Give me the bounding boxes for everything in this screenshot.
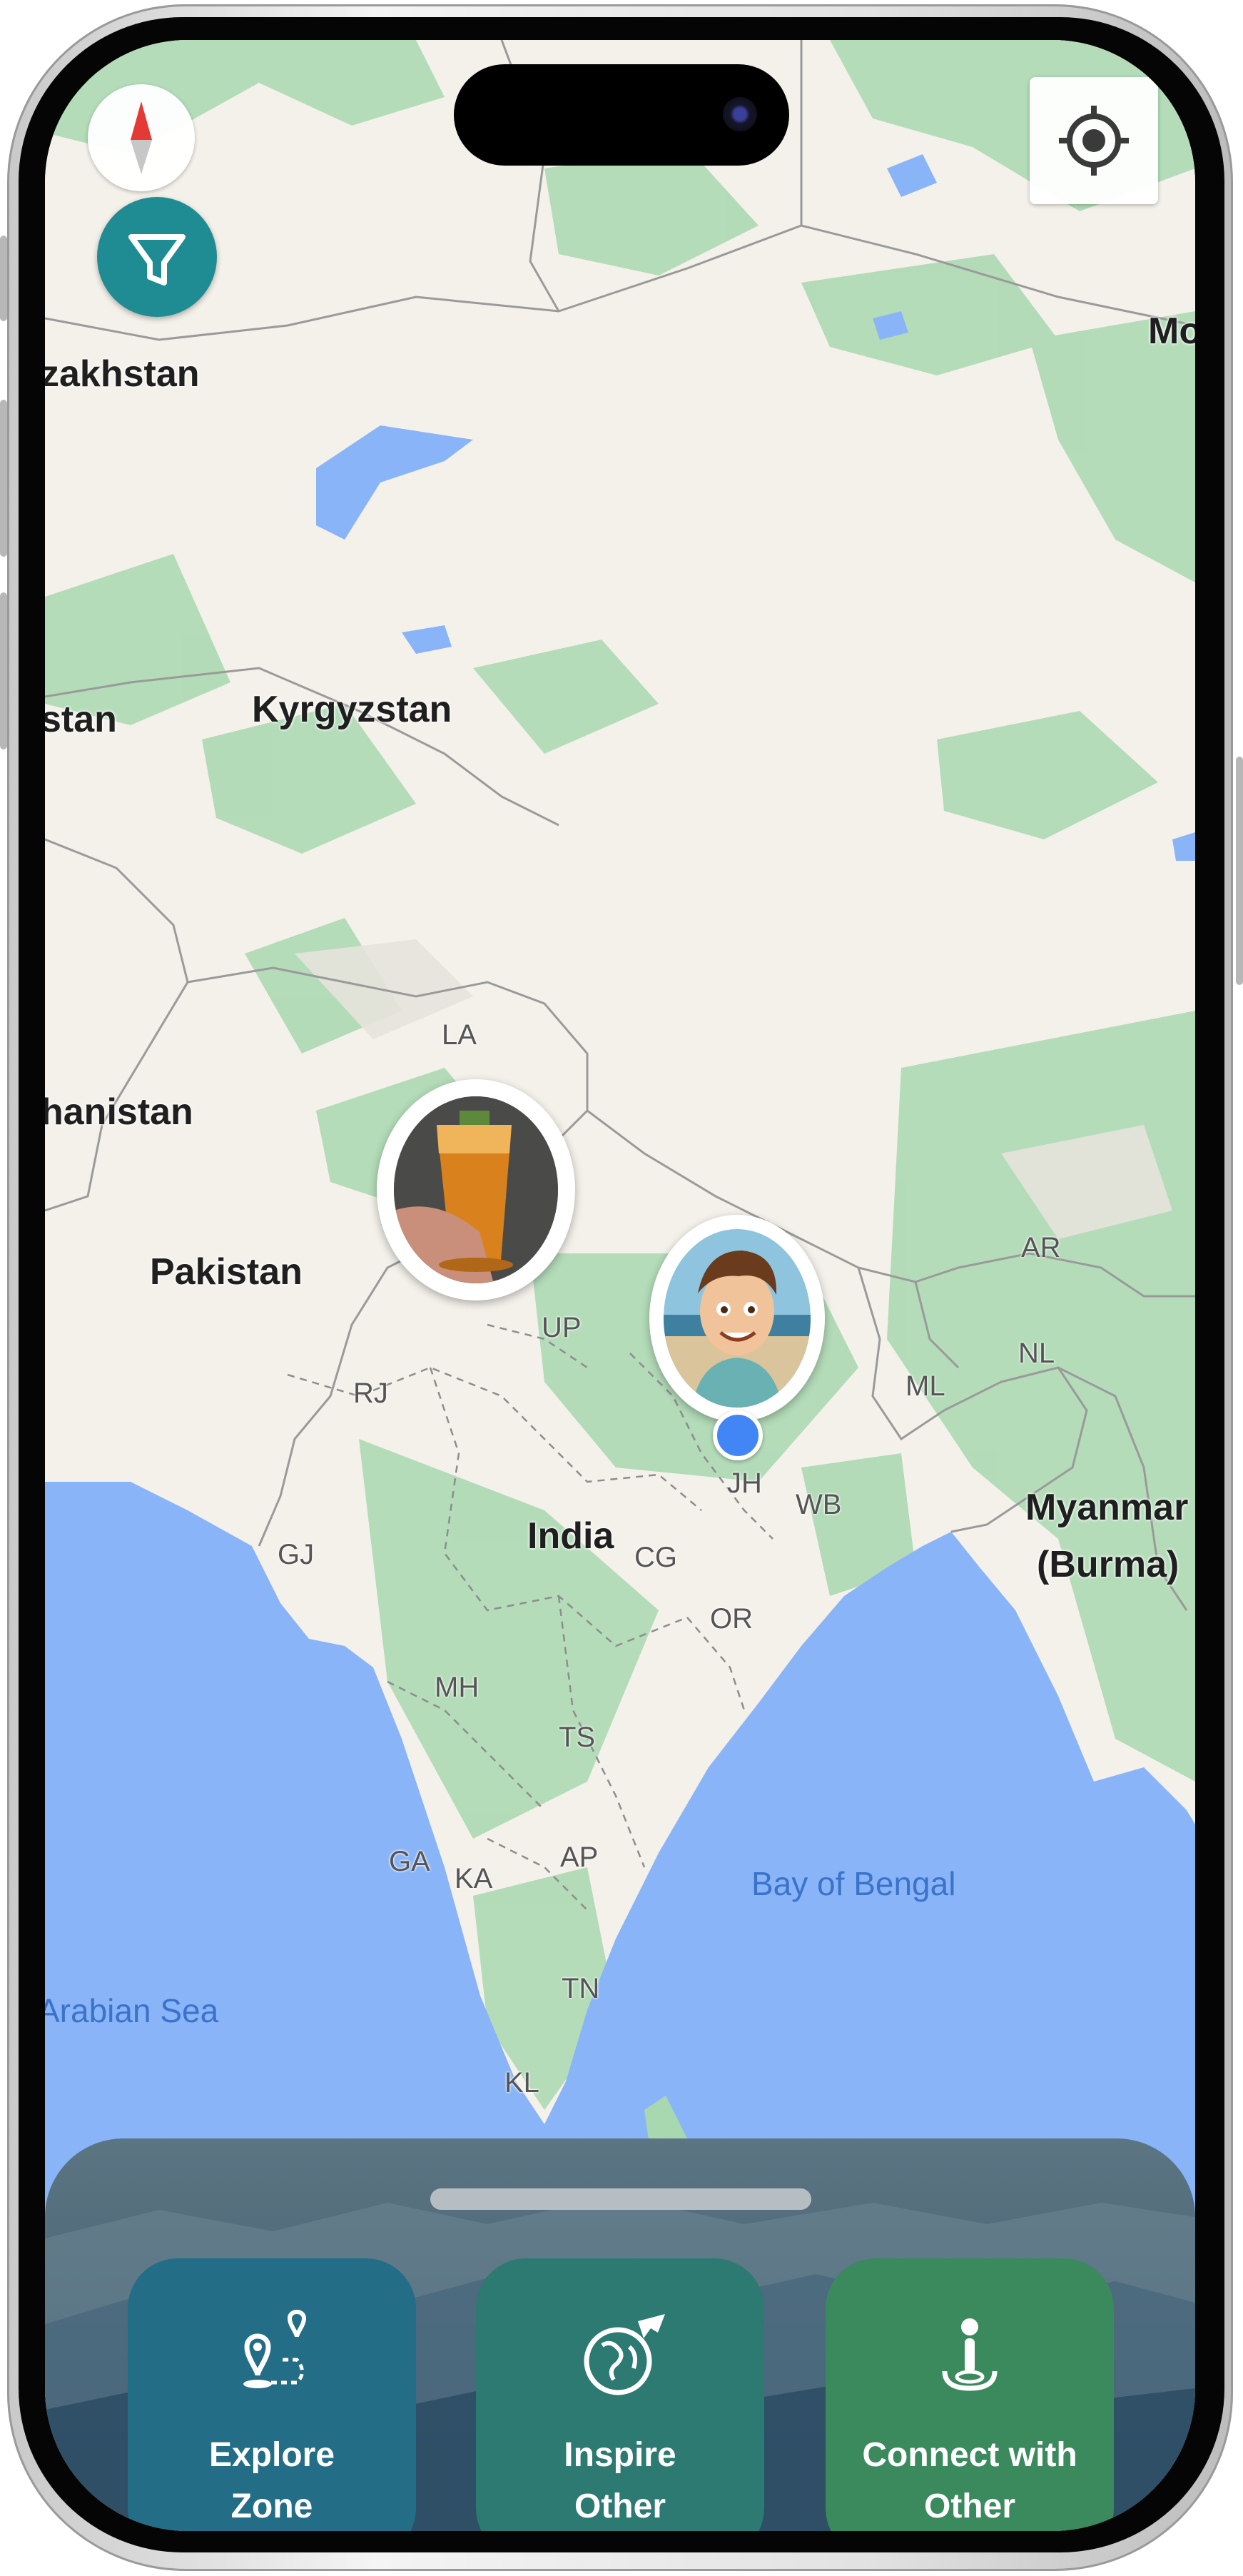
map-label-myanmar: Myanmar (1025, 1487, 1189, 1528)
explore-zone-button[interactable]: Explore Zone (128, 2258, 416, 2531)
map-label-state-ar: AR (1021, 1232, 1061, 1263)
my-location-icon (1059, 106, 1129, 176)
map-label-afghanistan: hanistan (45, 1091, 193, 1133)
connect-with-other-button[interactable]: Connect with Other (826, 2258, 1114, 2531)
connect-with-other-label: Connect with Other (862, 2436, 1077, 2525)
drink-photo (394, 1096, 558, 1283)
side-button (1236, 757, 1243, 985)
front-camera (723, 97, 757, 131)
map-label-state-cg: CG (634, 1542, 677, 1573)
map-label-state-up: UP (542, 1312, 582, 1343)
map-label-state-jh: JH (727, 1468, 762, 1499)
compass-icon[interactable] (88, 84, 195, 191)
map-label-india: India (527, 1515, 614, 1557)
inspire-other-label: Inspire Other (564, 2436, 676, 2525)
inspire-other-button[interactable]: Inspire Other (476, 2258, 764, 2531)
map-label-bay-of-bengal: Bay of Bengal (751, 1865, 956, 1902)
map-label-myanmar-burma: (Burma) (1037, 1544, 1179, 1585)
map-label-state-or: OR (710, 1603, 753, 1635)
user-avatar-marker[interactable] (649, 1215, 825, 1422)
map-label-kyrgyzstan: Kyrgyzstan (252, 689, 452, 730)
cartoon-avatar (664, 1229, 811, 1408)
map-label-state-ga: GA (389, 1846, 430, 1877)
bottom-sheet: Explore Zone Inspire Other Connect with … (45, 2138, 1195, 2531)
map-label-state-tn: TN (562, 1973, 600, 2004)
my-location-button[interactable] (1030, 77, 1158, 204)
map-label-state-wb: WB (796, 1489, 842, 1520)
map-label-arabian-sea: Arabian Sea (45, 1992, 219, 2029)
map-label-mongolia: Mo (1148, 310, 1195, 352)
map-label-state-mh: MH (435, 1672, 480, 1703)
side-button (0, 592, 7, 749)
person-pin-icon (942, 2318, 998, 2391)
route-pins-icon (243, 2310, 307, 2388)
map-label-kazakhstan: zakhstan (45, 353, 200, 395)
filter-button[interactable] (97, 197, 217, 317)
map-label-state-ts: TS (559, 1722, 596, 1753)
drink-photo-marker[interactable] (377, 1079, 575, 1300)
map-label-state-gj: GJ (278, 1539, 315, 1570)
globe-plane-icon (584, 2314, 665, 2395)
explore-zone-label: Explore Zone (208, 2436, 335, 2525)
side-button (0, 400, 7, 557)
sheet-drag-handle[interactable] (430, 2188, 811, 2210)
side-button (0, 236, 7, 321)
app-screen: zakhstan Mo Kyrgyzstan stan hanistan Pak… (45, 40, 1195, 2531)
map-label-pakistan: Pakistan (150, 1251, 303, 1293)
map-label-state-ka: KA (455, 1863, 493, 1894)
map-label-state-ml: ML (905, 1370, 945, 1402)
current-location-dot (713, 1410, 763, 1460)
filter-icon (128, 234, 186, 286)
map-label-state-la: LA (442, 1019, 477, 1051)
map-label-state-rj: RJ (353, 1378, 388, 1409)
map-label-state-kl: KL (504, 2067, 539, 2098)
map-label-state-ap: AP (560, 1842, 599, 1873)
map-label-stan: stan (45, 699, 117, 740)
map-label-state-nl: NL (1018, 1338, 1055, 1369)
